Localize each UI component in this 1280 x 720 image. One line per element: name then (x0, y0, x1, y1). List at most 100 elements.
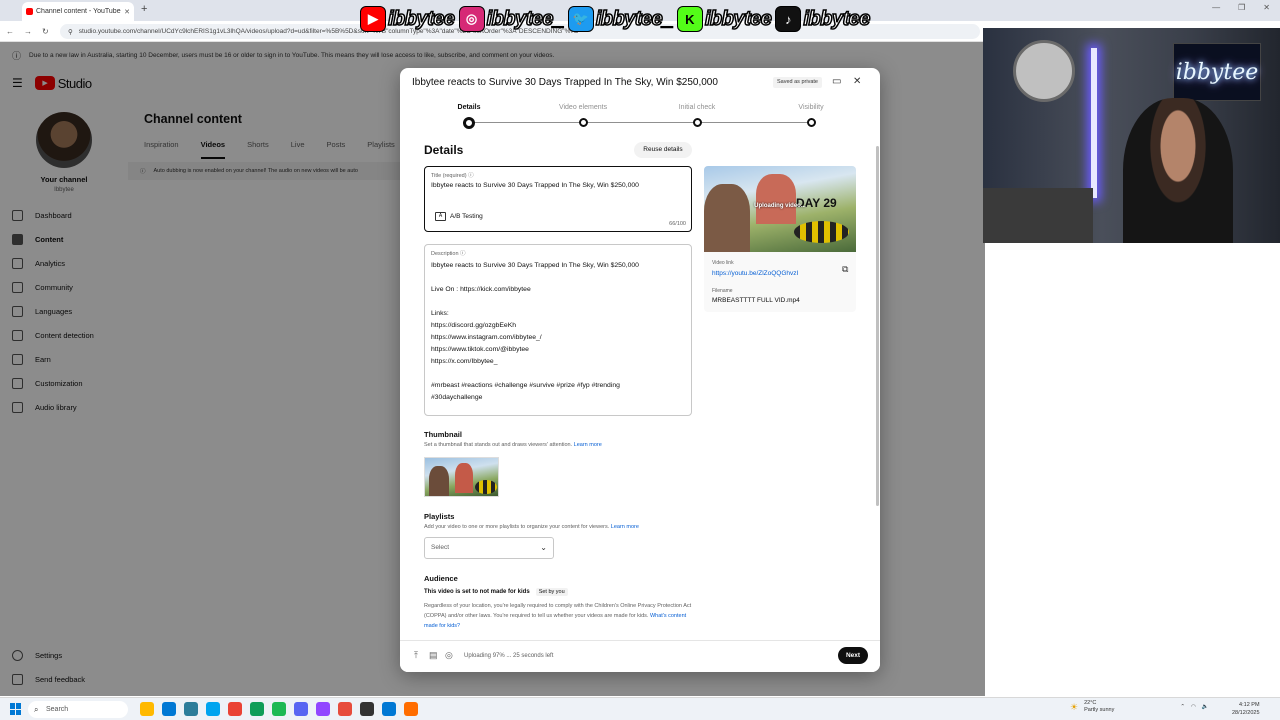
taskbar-search-placeholder: Search (46, 706, 69, 713)
copy-icon[interactable]: ⧉ (842, 264, 848, 275)
set-by-you-badge: Set by you (535, 588, 568, 596)
description-field[interactable]: Description ⓘ Ibbytee reacts to Survive … (424, 244, 692, 416)
description-line: Links: (431, 310, 449, 317)
title-field[interactable]: Title (required) ⓘ Ibbytee reacts to Sur… (424, 166, 692, 232)
back-icon[interactable]: ← (6, 27, 14, 36)
reload-icon[interactable]: ↻ (42, 27, 49, 36)
weather-icon[interactable]: ☀ (1070, 702, 1078, 713)
taskbar-apps (140, 702, 418, 716)
taskbar-app-icon[interactable] (360, 702, 374, 716)
minimize-button[interactable]: — (1212, 3, 1220, 12)
upload-dialog: Ibbytee reacts to Survive 30 Days Trappe… (400, 68, 880, 672)
hd-icon: ▤ (429, 650, 438, 660)
video-preview-card: DAY 29 Uploading video... Video link htt… (704, 166, 856, 312)
chevron-up-icon[interactable]: ⌃ (1180, 704, 1185, 710)
twitter-icon: 🐦 (567, 6, 594, 32)
step-dot (579, 118, 588, 127)
window-close-button[interactable]: ✕ (1263, 3, 1270, 12)
description-line: https://www.tiktok.com/@ibbytee (431, 346, 529, 353)
instagram-handle: ibbytee_ (486, 7, 565, 31)
filename: MRBEASTTTT FULL VID.mp4 (712, 297, 800, 304)
description-textarea[interactable]: Ibbytee reacts to Survive 30 Days Trappe… (431, 260, 639, 404)
youtube-favicon-icon (26, 8, 33, 15)
taskbar-app-icon[interactable] (294, 702, 308, 716)
site-info-icon[interactable]: ⚲ (68, 28, 73, 36)
description-line: https://www.instagram.com/ibbytee_/ (431, 334, 542, 341)
browser-tab[interactable]: Channel content - YouTube Studio ✕ (22, 2, 134, 21)
youtube-handle: ibbytee (387, 7, 456, 31)
feedback-icon[interactable]: ▭ (832, 76, 841, 87)
help-icon[interactable]: ⓘ (468, 173, 474, 179)
video-link[interactable]: https://youtu.be/ZlZoQQGhvzI (712, 270, 798, 277)
step-video-elements[interactable]: Video elements (533, 104, 633, 127)
tab-title: Channel content - YouTube Studio (36, 8, 121, 15)
learn-more-link[interactable]: Learn more (574, 442, 602, 448)
description-line: https://discord.gg/ozgbEeKh (431, 322, 517, 329)
volume-icon[interactable]: 🔈 (1202, 704, 1209, 710)
taskbar-app-icon[interactable] (404, 702, 418, 716)
social-handles-overlay: ▶ ibbytee ◎ ibbytee_ 🐦 ibbytee_ K ibbyte… (360, 4, 872, 34)
preview-person-2 (756, 174, 796, 224)
taskbar-clock[interactable]: 4:12 PM 28/12/2025 (1232, 701, 1260, 717)
wifi-icon[interactable]: ◠ (1191, 704, 1196, 710)
ab-testing-label: A/B Testing (450, 213, 483, 220)
ab-testing-icon: A (435, 212, 446, 221)
taskbar-app-icon[interactable] (316, 702, 330, 716)
taskbar-app-icon[interactable] (184, 702, 198, 716)
taskbar-app-icon[interactable] (228, 702, 242, 716)
dialog-scrollbar[interactable] (876, 146, 879, 506)
webcam-overlay: ibbytee (983, 28, 1280, 243)
close-icon[interactable]: ✕ (853, 76, 861, 87)
step-label: Details (457, 104, 481, 111)
step-label: Visibility (798, 104, 824, 111)
taskbar-app-icon[interactable] (338, 702, 352, 716)
step-initial-check[interactable]: Initial check (647, 104, 747, 127)
preview-ring (794, 221, 849, 243)
description-line (431, 272, 639, 284)
neon-tube (1091, 48, 1097, 198)
video-preview[interactable]: DAY 29 Uploading video... (704, 166, 856, 252)
taskbar-app-icon[interactable] (382, 702, 396, 716)
description-line: #30daychallenge (431, 394, 483, 401)
youtube-icon: ▶ (360, 6, 386, 32)
taskbar-app-icon[interactable] (206, 702, 220, 716)
title-input[interactable]: Ibbytee reacts to Survive 30 Days Trappe… (431, 182, 639, 189)
forward-icon[interactable]: → (24, 27, 32, 36)
reuse-details-button[interactable]: Reuse details (634, 142, 692, 158)
details-heading: Details (424, 143, 464, 157)
weather-text: 22°C Partly sunny (1084, 700, 1115, 713)
thumbnail-image[interactable] (424, 457, 499, 497)
kick-icon: K (676, 6, 703, 32)
thumb-person-1 (429, 466, 449, 496)
new-tab-button[interactable]: + (141, 3, 147, 15)
taskbar: ⌕ Search ☀ 22°C Partly sunny ⌃ ◠ 🔈 4:12 P… (0, 697, 1280, 720)
preview-person-1 (704, 184, 750, 252)
system-tray: ☀ 22°C Partly sunny ⌃ ◠ 🔈 (1070, 700, 1209, 714)
audience-heading: Audience (424, 574, 458, 583)
window-controls: — ❐ ✕ (1212, 3, 1270, 12)
description-line (431, 368, 639, 380)
step-details[interactable]: Details (419, 104, 519, 129)
learn-more-link[interactable]: Learn more (611, 524, 639, 530)
select-placeholder: Select (431, 544, 450, 551)
step-visibility[interactable]: Visibility (761, 104, 861, 127)
next-button[interactable]: Next (838, 647, 868, 664)
tab-close-icon[interactable]: ✕ (124, 8, 130, 16)
video-link-label: Video link (712, 260, 734, 266)
ab-testing-button[interactable]: A A/B Testing (435, 212, 483, 221)
maximize-button[interactable]: ❐ (1238, 3, 1245, 12)
thumb-person-2 (455, 463, 473, 493)
thumbnail-heading: Thumbnail (424, 430, 462, 439)
twitter-handle: ibbytee_ (595, 7, 674, 31)
playlist-select[interactable]: Select ⌄ (424, 537, 554, 559)
title-char-count: 66/100 (669, 221, 686, 227)
taskbar-app-icon[interactable] (250, 702, 264, 716)
help-icon[interactable]: ⓘ (460, 251, 466, 257)
taskbar-app-icon[interactable] (272, 702, 286, 716)
description-line: Ibbytee reacts to Survive 30 Days Trappe… (431, 262, 639, 269)
dialog-footer: ⤒ ▤ ◎ Uploading 97% ... 25 seconds left … (400, 640, 880, 672)
taskbar-search[interactable]: ⌕ Search (28, 701, 128, 718)
taskbar-app-icon[interactable] (162, 702, 176, 716)
windows-start-icon[interactable] (10, 703, 22, 715)
taskbar-app-icon[interactable] (140, 702, 154, 716)
